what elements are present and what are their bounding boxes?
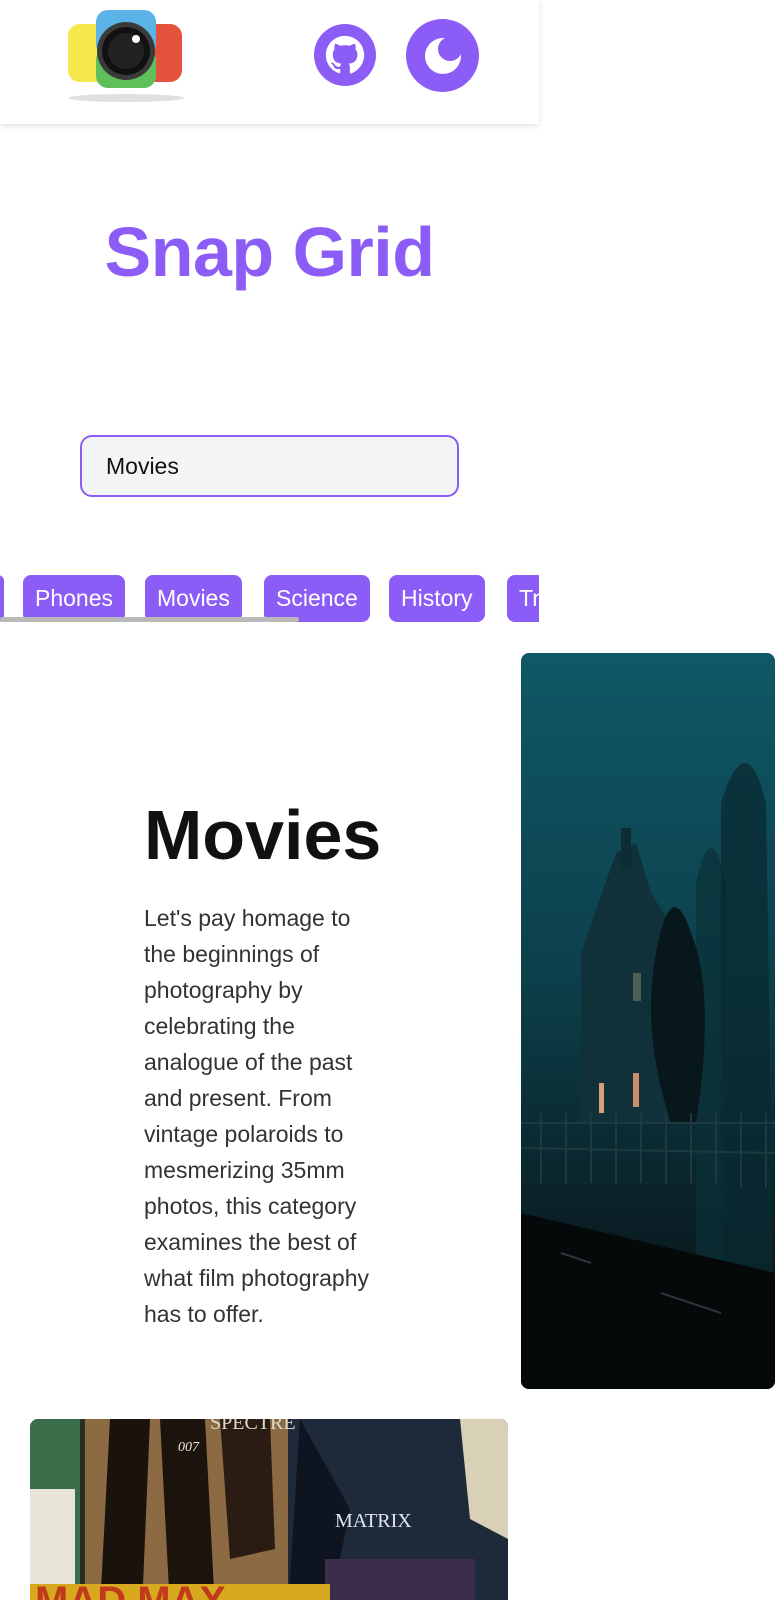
- poster-spectre-text: SPECTRE: [210, 1419, 296, 1434]
- category-chip-history[interactable]: History: [389, 575, 485, 622]
- category-chip-science[interactable]: Science: [264, 575, 370, 622]
- moon-icon: [424, 36, 462, 74]
- poster-madmax-text: MAD MAX: [35, 1579, 226, 1600]
- camera-logo-icon[interactable]: [66, 8, 190, 104]
- poster-matrix-text: MATRIX: [335, 1510, 412, 1532]
- category-chip-previous[interactable]: [0, 575, 4, 622]
- search-input[interactable]: [80, 435, 459, 497]
- gallery-photo-foggy-house[interactable]: [521, 653, 775, 1389]
- github-button[interactable]: [314, 24, 376, 86]
- category-heading: Movies: [144, 796, 382, 874]
- theme-toggle-button[interactable]: [406, 19, 479, 92]
- category-chip-travel[interactable]: Tr: [507, 575, 539, 622]
- category-chip-movies[interactable]: Movies: [145, 575, 242, 622]
- category-chip-phones[interactable]: Phones: [23, 575, 126, 622]
- site-title: Snap Grid: [104, 213, 435, 291]
- site-header: [0, 0, 539, 124]
- category-scrollbar[interactable]: [0, 617, 299, 622]
- category-description: Let's pay homage to the beginnings of ph…: [144, 905, 370, 1327]
- gallery-photo-movie-posters[interactable]: SPECTRE 007 MATRIX MAD MAX: [30, 1419, 508, 1600]
- github-icon: [325, 35, 365, 74]
- poster-007-text: 007: [178, 1440, 200, 1455]
